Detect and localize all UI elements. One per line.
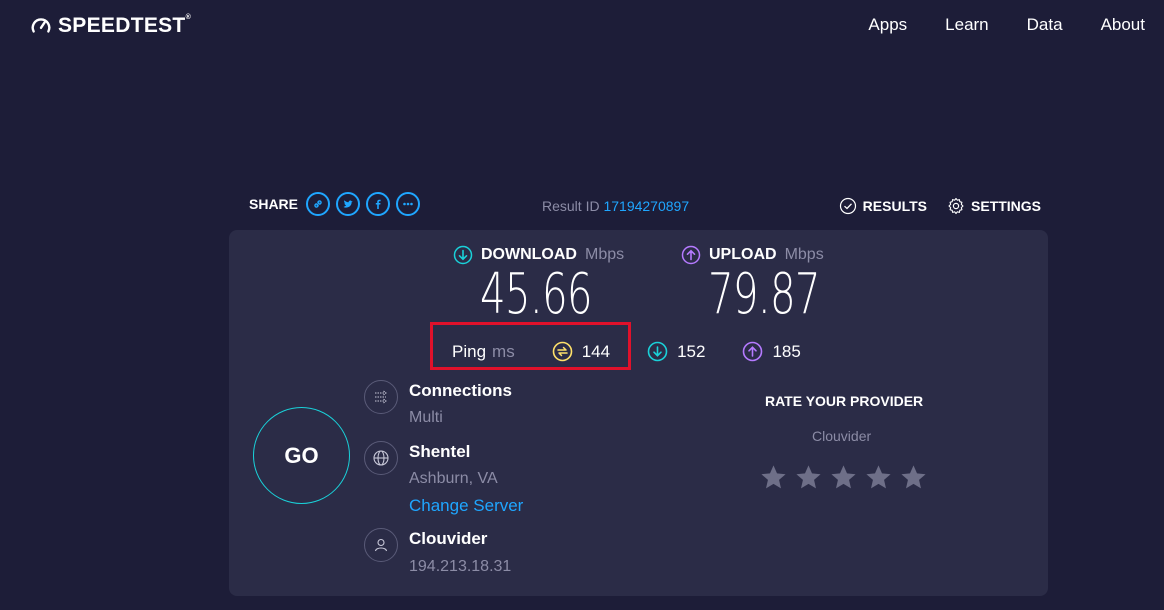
- ping-upload-icon: [743, 341, 763, 362]
- upload-arrow-icon: [681, 245, 701, 265]
- share-label: SHARE: [249, 196, 299, 212]
- connections-value: Multi: [409, 409, 443, 426]
- result-id-label: Result ID: [542, 198, 600, 214]
- speedtest-logo[interactable]: SPEEDTEST®: [30, 14, 191, 38]
- result-id: Result ID 17194270897: [542, 198, 689, 214]
- user-icon: [364, 528, 398, 562]
- settings-label: SETTINGS: [970, 198, 1041, 214]
- top-actions: RESULTS SETTINGS: [839, 197, 1041, 215]
- twitter-icon[interactable]: [336, 192, 361, 216]
- results-button[interactable]: RESULTS: [839, 197, 927, 215]
- star-icon-5[interactable]: [899, 463, 928, 492]
- download-arrow-icon: [453, 245, 473, 265]
- settings-button[interactable]: SETTINGS: [947, 197, 1041, 215]
- ping-download-icon: [647, 341, 668, 362]
- facebook-icon[interactable]: [366, 192, 391, 216]
- ping-download-value: 152: [677, 341, 706, 361]
- ping-download: 152: [647, 341, 705, 362]
- go-button[interactable]: GO: [253, 407, 350, 504]
- share-bar: SHARE: [249, 192, 421, 216]
- change-server-link[interactable]: Change Server: [409, 496, 523, 516]
- nav-learn[interactable]: Learn: [945, 15, 988, 35]
- star-rating: [759, 463, 928, 492]
- star-icon-2[interactable]: [794, 463, 823, 492]
- check-circle-icon: [839, 197, 856, 215]
- connections-title: Connections: [409, 381, 512, 400]
- gauge-icon: [31, 18, 51, 33]
- main-nav: Apps Learn Data About: [868, 15, 1145, 35]
- results-label: RESULTS: [862, 198, 927, 214]
- more-icon[interactable]: [396, 192, 421, 216]
- globe-icon: [364, 441, 398, 475]
- ping-upload: 185: [742, 341, 801, 362]
- ping-upload-value: 185: [772, 341, 801, 361]
- nav-data[interactable]: Data: [1027, 15, 1063, 35]
- isp-name: Clouvider: [409, 529, 488, 548]
- star-icon-4[interactable]: [864, 463, 893, 492]
- ping-highlight-box: [430, 322, 631, 370]
- results-panel: [229, 230, 1048, 596]
- logo-text: SPEEDTEST®: [58, 14, 192, 37]
- nav-about[interactable]: About: [1101, 15, 1145, 35]
- link-icon[interactable]: [306, 192, 331, 216]
- server-location: Ashburn, VA: [409, 470, 498, 487]
- gear-icon: [948, 197, 964, 215]
- isp-ip: 194.213.18.31: [409, 558, 512, 575]
- rate-provider-name: Clouvider: [812, 428, 872, 444]
- star-icon-3[interactable]: [829, 463, 858, 492]
- connections-icon: [364, 380, 398, 414]
- rate-provider-title: RATE YOUR PROVIDER: [765, 393, 924, 409]
- nav-apps[interactable]: Apps: [868, 15, 907, 35]
- star-icon-1[interactable]: [759, 463, 788, 492]
- server-name: Shentel: [409, 442, 471, 461]
- upload-speed: 79.87: [708, 262, 821, 327]
- result-id-link[interactable]: 17194270897: [603, 198, 689, 214]
- download-speed: 45.66: [480, 262, 593, 327]
